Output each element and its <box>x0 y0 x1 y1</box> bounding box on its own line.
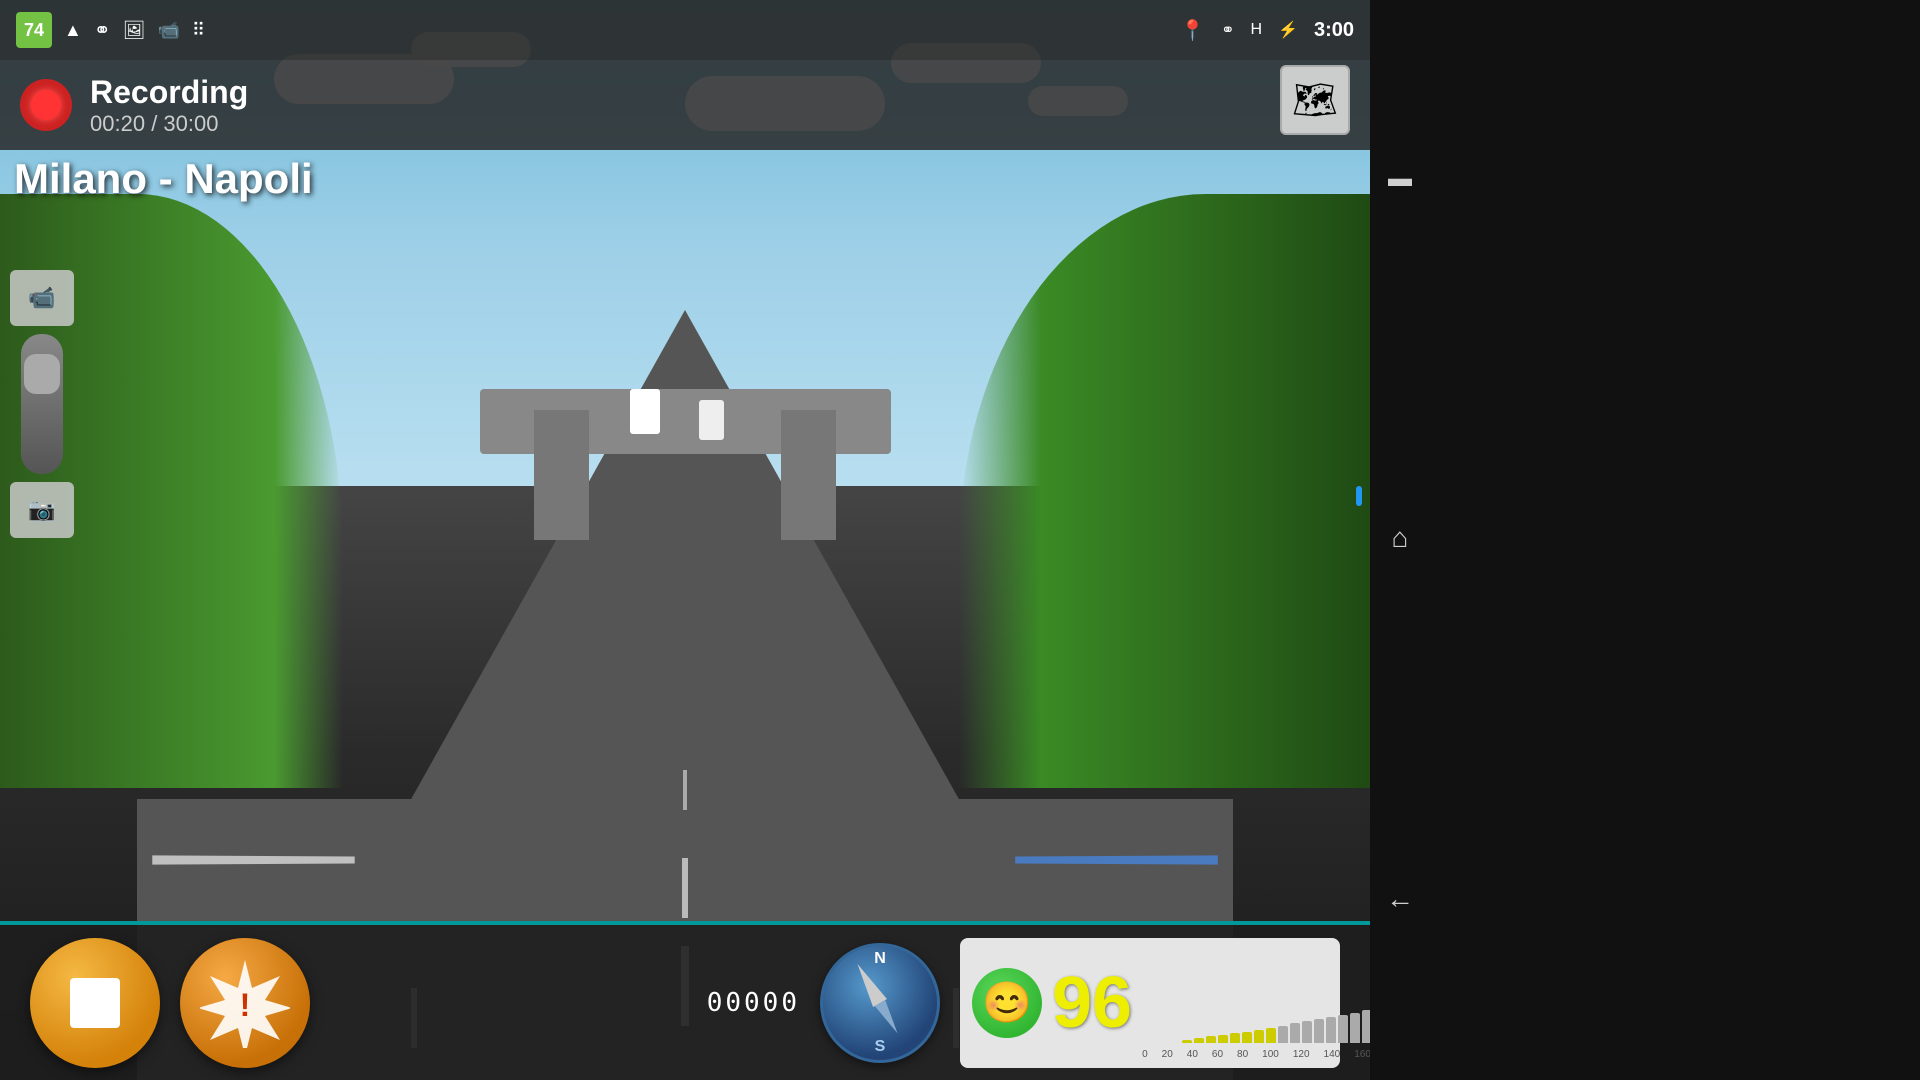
total-time: 30:00 <box>163 111 218 136</box>
compass-background: N S <box>820 943 940 1063</box>
trip-counter: 00000 <box>707 988 800 1018</box>
brightness-slider[interactable] <box>21 334 63 474</box>
menu-icon: ⠿ <box>192 20 205 41</box>
truck2 <box>699 400 724 440</box>
camera-icon: 📷 <box>28 497 55 523</box>
speed-bar-4 <box>1230 1033 1240 1043</box>
signal-icon: H <box>1250 21 1262 39</box>
speed-bar-10 <box>1302 1021 1312 1043</box>
video-icon: 📹 <box>157 20 179 41</box>
left-controls: 📹 📷 <box>10 270 74 538</box>
smiley-indicator: 😊 <box>972 968 1042 1038</box>
gallery-icon: 🖼 <box>123 20 146 41</box>
map-button[interactable]: 🗺 <box>1280 65 1350 135</box>
time-display: 3:00 <box>1314 19 1354 42</box>
speed-bar-13 <box>1338 1015 1348 1043</box>
speed-display: 96 <box>1052 967 1132 1039</box>
starburst-icon: ! <box>200 958 290 1048</box>
stop-button[interactable] <box>30 938 160 1068</box>
emergency-button[interactable]: ! <box>180 938 310 1068</box>
guardrail-right <box>1015 855 1217 864</box>
speed-bar-9 <box>1290 1023 1300 1043</box>
status-bar: 74 ▲ ⚭ 🖼 📹 ⠿ 📍 ⚭ H ⚡ 3:00 <box>0 0 1370 60</box>
speed-bar-7 <box>1266 1028 1276 1043</box>
bottom-bar: ! 00000 N S 😊 96 <box>0 925 1370 1080</box>
speed-bar-11 <box>1314 1019 1324 1043</box>
route-label: Milano - Napoli <box>14 155 313 203</box>
bluetooth-icon2: ⚭ <box>1221 20 1234 40</box>
speed-bar-12 <box>1326 1017 1336 1043</box>
status-icons: ▲ ⚭ 🖼 📹 ⠿ <box>64 18 205 43</box>
back-icon[interactable]: ← <box>1386 883 1414 915</box>
svg-text:!: ! <box>240 987 251 1023</box>
speed-bar-2 <box>1206 1036 1216 1043</box>
video-button[interactable]: 📹 <box>10 270 74 326</box>
recording-bar: Recording 00:20 / 30:00 <box>0 60 1370 150</box>
recording-title: Recording <box>90 74 248 111</box>
recent-apps-icon[interactable]: ▬ <box>1388 165 1412 193</box>
brightness-handle[interactable] <box>24 354 60 394</box>
speed-bar-0 <box>1182 1040 1192 1043</box>
bluetooth-icon: ⚭ <box>94 18 111 43</box>
location-icon: 📍 <box>1180 18 1205 43</box>
main-camera-view: 74 ▲ ⚭ 🖼 📹 ⠿ 📍 ⚭ H ⚡ 3:00 Recording 00:2… <box>0 0 1370 1080</box>
speed-bar-15 <box>1362 1010 1370 1043</box>
stop-icon <box>70 978 120 1028</box>
needle-south <box>875 1000 903 1036</box>
edge-marker <box>1356 486 1362 506</box>
bridge-support-right <box>781 410 836 540</box>
bridge-support-left <box>534 410 589 540</box>
speed-scale: 0 20 40 60 80 100 120 140 160 180 200 <box>1142 1049 1370 1060</box>
rec-dot <box>31 90 61 120</box>
navigation-icon: ▲ <box>64 20 82 41</box>
camera-button[interactable]: 📷 <box>10 482 74 538</box>
compass-north-label: N <box>874 950 886 968</box>
android-nav-bar: ▬ ⌂ ← <box>1370 0 1430 1080</box>
speed-bar-5 <box>1242 1032 1252 1043</box>
guardrail-left <box>153 855 355 864</box>
video-cam-icon: 📹 <box>28 285 55 311</box>
speed-bar-3 <box>1218 1035 1228 1043</box>
speed-chart-area: 🚗 0 20 40 60 80 100 120 140 160 180 200 <box>1142 946 1370 1060</box>
compass-south-label: S <box>875 1038 886 1056</box>
speed-bar-chart <box>1182 983 1370 1043</box>
road-perspective <box>405 310 965 810</box>
compass: N S <box>820 943 940 1063</box>
road-marking-center3 <box>683 770 687 810</box>
time-separator: / <box>151 111 163 136</box>
speed-bar-1 <box>1194 1038 1204 1043</box>
speed-panel: 😊 96 🚗 0 20 40 60 80 100 120 140 160 <box>960 938 1340 1068</box>
notification-badge: 74 <box>16 12 52 48</box>
battery-icon: ⚡ <box>1278 20 1298 40</box>
map-icon: 🗺 <box>1292 79 1338 121</box>
speed-bar-8 <box>1278 1026 1288 1043</box>
speed-bar-14 <box>1350 1013 1360 1043</box>
recording-time: 00:20 / 30:00 <box>90 111 248 137</box>
trip-counter-area: 00000 <box>707 988 800 1018</box>
road-marking-center2 <box>682 858 688 918</box>
elapsed-time: 00:20 <box>90 111 145 136</box>
rec-indicator <box>20 79 72 131</box>
status-right: 📍 ⚭ H ⚡ 3:00 <box>1180 18 1354 43</box>
speed-bar-6 <box>1254 1030 1264 1043</box>
home-icon[interactable]: ⌂ <box>1392 522 1409 554</box>
truck1 <box>630 389 660 434</box>
recording-info: Recording 00:20 / 30:00 <box>90 74 248 137</box>
smiley-icon: 😊 <box>982 979 1032 1026</box>
